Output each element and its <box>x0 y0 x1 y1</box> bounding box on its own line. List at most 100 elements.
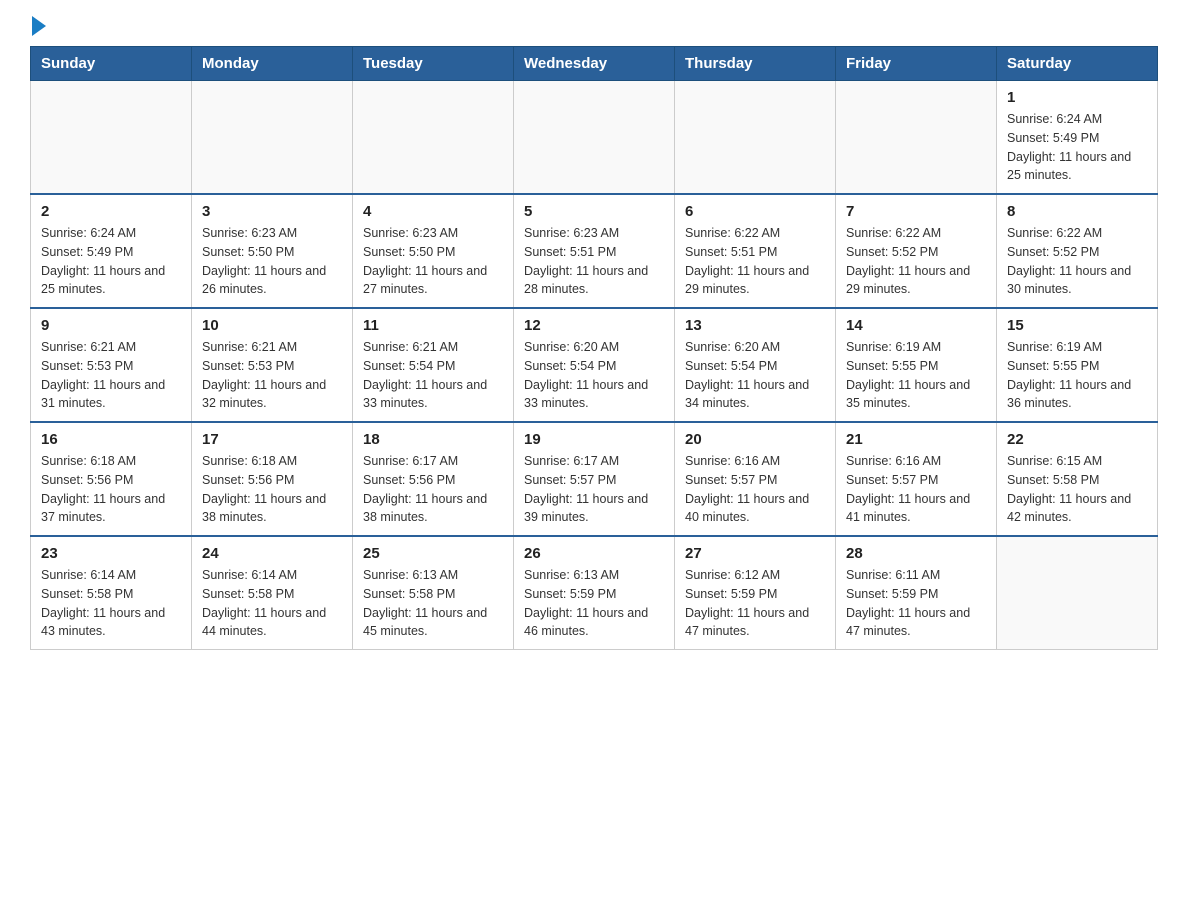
day-info: Sunrise: 6:11 AMSunset: 5:59 PMDaylight:… <box>846 566 986 641</box>
calendar-week-row: 9 Sunrise: 6:21 AMSunset: 5:53 PMDaylight… <box>31 308 1158 422</box>
day-info: Sunrise: 6:15 AMSunset: 5:58 PMDaylight:… <box>1007 452 1147 527</box>
calendar-day-cell: 12 Sunrise: 6:20 AMSunset: 5:54 PMDayligh… <box>514 308 675 422</box>
calendar-table: SundayMondayTuesdayWednesdayThursdayFrid… <box>30 46 1158 650</box>
calendar-day-cell: 17 Sunrise: 6:18 AMSunset: 5:56 PMDayligh… <box>192 422 353 536</box>
page-header <box>30 20 1158 36</box>
day-number: 23 <box>41 545 181 562</box>
calendar-week-row: 23 Sunrise: 6:14 AMSunset: 5:58 PMDayligh… <box>31 536 1158 650</box>
day-info: Sunrise: 6:20 AMSunset: 5:54 PMDaylight:… <box>524 338 664 413</box>
calendar-day-cell <box>514 81 675 195</box>
day-info: Sunrise: 6:21 AMSunset: 5:53 PMDaylight:… <box>202 338 342 413</box>
calendar-day-cell <box>353 81 514 195</box>
calendar-day-cell: 18Sunrise: 6:17 AMSunset: 5:56 PMDayligh… <box>353 422 514 536</box>
calendar-day-cell <box>31 81 192 195</box>
day-number: 19 <box>524 431 664 448</box>
calendar-header-row: SundayMondayTuesdayWednesdayThursdayFrid… <box>31 47 1158 81</box>
calendar-day-cell <box>997 536 1158 650</box>
day-number: 13 <box>685 317 825 334</box>
calendar-day-cell <box>192 81 353 195</box>
calendar-day-cell: 25Sunrise: 6:13 AMSunset: 5:58 PMDayligh… <box>353 536 514 650</box>
day-info: Sunrise: 6:23 AMSunset: 5:51 PMDaylight:… <box>524 224 664 299</box>
weekday-header-thursday: Thursday <box>675 47 836 81</box>
day-number: 26 <box>524 545 664 562</box>
day-number: 4 <box>363 203 503 220</box>
calendar-day-cell: 19 Sunrise: 6:17 AMSunset: 5:57 PMDayligh… <box>514 422 675 536</box>
day-info: Sunrise: 6:21 AMSunset: 5:53 PMDaylight:… <box>41 338 181 413</box>
calendar-day-cell: 5 Sunrise: 6:23 AMSunset: 5:51 PMDaylight… <box>514 194 675 308</box>
day-number: 18 <box>363 431 503 448</box>
day-number: 11 <box>363 317 503 334</box>
calendar-week-row: 1 Sunrise: 6:24 AMSunset: 5:49 PMDaylight… <box>31 81 1158 195</box>
day-number: 21 <box>846 431 986 448</box>
calendar-day-cell: 11 Sunrise: 6:21 AMSunset: 5:54 PMDayligh… <box>353 308 514 422</box>
day-number: 1 <box>1007 89 1147 106</box>
day-info: Sunrise: 6:21 AMSunset: 5:54 PMDaylight:… <box>363 338 503 413</box>
day-number: 15 <box>1007 317 1147 334</box>
day-info: Sunrise: 6:20 AMSunset: 5:54 PMDaylight:… <box>685 338 825 413</box>
day-info: Sunrise: 6:13 AMSunset: 5:59 PMDaylight:… <box>524 566 664 641</box>
calendar-day-cell: 27 Sunrise: 6:12 AMSunset: 5:59 PMDayligh… <box>675 536 836 650</box>
day-number: 9 <box>41 317 181 334</box>
logo <box>30 20 46 36</box>
day-info: Sunrise: 6:18 AMSunset: 5:56 PMDaylight:… <box>202 452 342 527</box>
day-number: 17 <box>202 431 342 448</box>
day-info: Sunrise: 6:23 AMSunset: 5:50 PMDaylight:… <box>202 224 342 299</box>
calendar-day-cell: 3 Sunrise: 6:23 AMSunset: 5:50 PMDaylight… <box>192 194 353 308</box>
calendar-day-cell: 20 Sunrise: 6:16 AMSunset: 5:57 PMDayligh… <box>675 422 836 536</box>
day-info: Sunrise: 6:14 AMSunset: 5:58 PMDaylight:… <box>41 566 181 641</box>
day-info: Sunrise: 6:23 AMSunset: 5:50 PMDaylight:… <box>363 224 503 299</box>
calendar-day-cell: 26 Sunrise: 6:13 AMSunset: 5:59 PMDayligh… <box>514 536 675 650</box>
calendar-week-row: 2 Sunrise: 6:24 AMSunset: 5:49 PMDaylight… <box>31 194 1158 308</box>
day-number: 25 <box>363 545 503 562</box>
day-number: 6 <box>685 203 825 220</box>
calendar-day-cell: 10 Sunrise: 6:21 AMSunset: 5:53 PMDayligh… <box>192 308 353 422</box>
weekday-header-saturday: Saturday <box>997 47 1158 81</box>
day-number: 8 <box>1007 203 1147 220</box>
calendar-day-cell: 22Sunrise: 6:15 AMSunset: 5:58 PMDayligh… <box>997 422 1158 536</box>
calendar-day-cell <box>836 81 997 195</box>
day-number: 24 <box>202 545 342 562</box>
calendar-day-cell: 4 Sunrise: 6:23 AMSunset: 5:50 PMDaylight… <box>353 194 514 308</box>
calendar-week-row: 16 Sunrise: 6:18 AMSunset: 5:56 PMDayligh… <box>31 422 1158 536</box>
calendar-day-cell: 14Sunrise: 6:19 AMSunset: 5:55 PMDayligh… <box>836 308 997 422</box>
calendar-day-cell: 15Sunrise: 6:19 AMSunset: 5:55 PMDayligh… <box>997 308 1158 422</box>
weekday-header-friday: Friday <box>836 47 997 81</box>
day-number: 20 <box>685 431 825 448</box>
calendar-day-cell: 9 Sunrise: 6:21 AMSunset: 5:53 PMDaylight… <box>31 308 192 422</box>
day-number: 27 <box>685 545 825 562</box>
day-number: 5 <box>524 203 664 220</box>
day-number: 7 <box>846 203 986 220</box>
day-number: 28 <box>846 545 986 562</box>
day-number: 10 <box>202 317 342 334</box>
day-info: Sunrise: 6:17 AMSunset: 5:57 PMDaylight:… <box>524 452 664 527</box>
calendar-day-cell: 21 Sunrise: 6:16 AMSunset: 5:57 PMDayligh… <box>836 422 997 536</box>
calendar-day-cell: 7 Sunrise: 6:22 AMSunset: 5:52 PMDaylight… <box>836 194 997 308</box>
day-number: 14 <box>846 317 986 334</box>
day-info: Sunrise: 6:16 AMSunset: 5:57 PMDaylight:… <box>685 452 825 527</box>
weekday-header-monday: Monday <box>192 47 353 81</box>
day-info: Sunrise: 6:22 AMSunset: 5:52 PMDaylight:… <box>846 224 986 299</box>
calendar-day-cell: 1 Sunrise: 6:24 AMSunset: 5:49 PMDaylight… <box>997 81 1158 195</box>
day-info: Sunrise: 6:16 AMSunset: 5:57 PMDaylight:… <box>846 452 986 527</box>
weekday-header-tuesday: Tuesday <box>353 47 514 81</box>
day-info: Sunrise: 6:22 AMSunset: 5:52 PMDaylight:… <box>1007 224 1147 299</box>
day-number: 12 <box>524 317 664 334</box>
calendar-day-cell: 28 Sunrise: 6:11 AMSunset: 5:59 PMDayligh… <box>836 536 997 650</box>
calendar-day-cell: 2 Sunrise: 6:24 AMSunset: 5:49 PMDaylight… <box>31 194 192 308</box>
day-number: 3 <box>202 203 342 220</box>
day-info: Sunrise: 6:24 AMSunset: 5:49 PMDaylight:… <box>41 224 181 299</box>
calendar-day-cell <box>675 81 836 195</box>
calendar-day-cell: 16 Sunrise: 6:18 AMSunset: 5:56 PMDayligh… <box>31 422 192 536</box>
logo-arrow-icon <box>32 16 46 36</box>
calendar-day-cell: 13 Sunrise: 6:20 AMSunset: 5:54 PMDayligh… <box>675 308 836 422</box>
weekday-header-wednesday: Wednesday <box>514 47 675 81</box>
day-info: Sunrise: 6:24 AMSunset: 5:49 PMDaylight:… <box>1007 110 1147 185</box>
day-info: Sunrise: 6:12 AMSunset: 5:59 PMDaylight:… <box>685 566 825 641</box>
day-number: 2 <box>41 203 181 220</box>
day-number: 16 <box>41 431 181 448</box>
calendar-day-cell: 8 Sunrise: 6:22 AMSunset: 5:52 PMDaylight… <box>997 194 1158 308</box>
calendar-day-cell: 24Sunrise: 6:14 AMSunset: 5:58 PMDayligh… <box>192 536 353 650</box>
day-info: Sunrise: 6:22 AMSunset: 5:51 PMDaylight:… <box>685 224 825 299</box>
day-info: Sunrise: 6:18 AMSunset: 5:56 PMDaylight:… <box>41 452 181 527</box>
weekday-header-sunday: Sunday <box>31 47 192 81</box>
